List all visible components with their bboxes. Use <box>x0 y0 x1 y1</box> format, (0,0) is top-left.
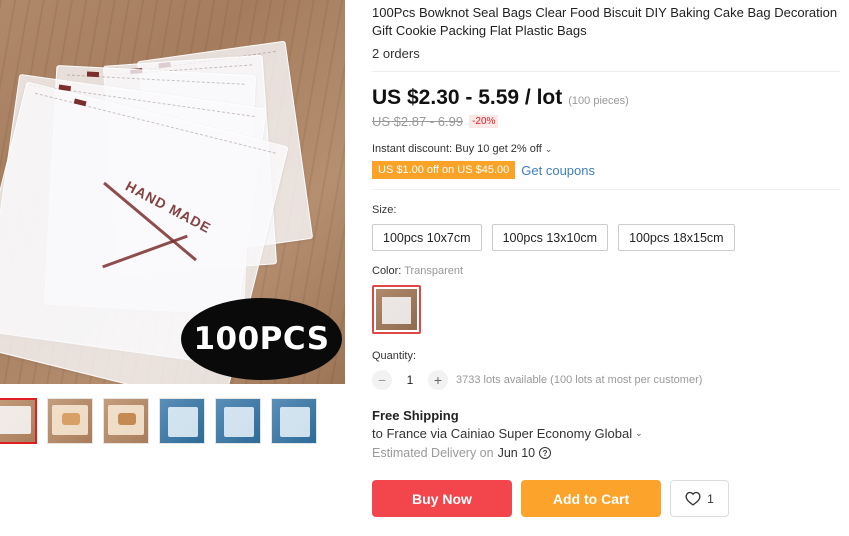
buy-now-button[interactable]: Buy Now <box>372 480 512 517</box>
wishlist-count: 1 <box>707 491 714 506</box>
quantity-value[interactable]: 1 <box>400 373 420 387</box>
thumbnail-2[interactable] <box>47 398 93 444</box>
estimated-delivery: Estimated Delivery on Jun 10 ? <box>372 446 840 460</box>
size-option-10x7[interactable]: 100pcs 10x7cm <box>372 224 482 251</box>
size-option-18x15[interactable]: 100pcs 18x15cm <box>618 224 735 251</box>
main-product-image[interactable]: HAND MADE 100PCS <box>0 0 345 384</box>
original-price-row: US $2.87 - 6.99 -20% <box>372 114 840 129</box>
size-label: Size: <box>372 204 397 216</box>
thumbnail-6[interactable] <box>271 398 317 444</box>
heart-icon <box>685 491 701 506</box>
thumbnail-strip <box>0 398 317 444</box>
thumbnail-1[interactable] <box>0 398 37 444</box>
chevron-down-icon: ⌄ <box>544 143 553 154</box>
current-price: US $2.30 - 5.59 / lot <box>372 86 563 109</box>
delivery-label: Estimated Delivery on <box>372 446 494 460</box>
add-to-cart-button[interactable]: Add to Cart <box>521 480 661 517</box>
delivery-date: Jun 10 <box>497 446 536 460</box>
original-price: US $2.87 - 6.99 <box>372 114 464 129</box>
get-coupons-link[interactable]: Get coupons <box>521 163 595 178</box>
product-info-panel: 100Pcs Bowknot Seal Bags Clear Food Bisc… <box>372 0 840 517</box>
color-label-text: Color: <box>372 265 402 277</box>
quantity-decrement-button[interactable]: − <box>372 370 392 390</box>
chevron-down-icon: ⌄ <box>635 428 643 438</box>
stock-availability: 3733 lots available (100 lots at most pe… <box>456 374 703 386</box>
color-value: Transparent <box>404 265 464 277</box>
thumbnail-4[interactable] <box>159 398 205 444</box>
shipping-title: Free Shipping <box>372 408 459 423</box>
action-buttons: Buy Now Add to Cart 1 <box>372 480 840 517</box>
color-label: Color: Transparent <box>372 265 840 277</box>
order-count: 2 orders <box>372 46 420 61</box>
instant-discount-text: Instant discount: Buy 10 get 2% off <box>372 143 542 155</box>
quantity-label: Quantity: <box>372 350 417 362</box>
divider <box>372 71 840 72</box>
price-row: US $2.30 - 5.59 / lot (100 pieces) <box>372 86 840 110</box>
shipping-destination[interactable]: to France via Cainiao Super Economy Glob… <box>372 426 840 441</box>
size-options: 100pcs 10x7cm 100pcs 13x10cm 100pcs 18x1… <box>372 224 840 251</box>
help-icon[interactable]: ? <box>539 447 552 459</box>
quantity-increment-button[interactable]: + <box>428 370 448 390</box>
color-swatch-transparent[interactable] <box>372 285 421 334</box>
quantity-stepper: − 1 + 3733 lots available (100 lots at m… <box>372 370 840 390</box>
product-title: 100Pcs Bowknot Seal Bags Clear Food Bisc… <box>372 5 838 38</box>
coupon-row: US $1.00 off on US $45.00 Get coupons <box>372 161 840 179</box>
coupon-badge[interactable]: US $1.00 off on US $45.00 <box>372 161 516 179</box>
wishlist-button[interactable]: 1 <box>670 480 729 517</box>
shipping-method-text: to France via Cainiao Super Economy Glob… <box>372 426 633 441</box>
pieces-per-lot: (100 pieces) <box>568 95 629 107</box>
thumbnail-3[interactable] <box>103 398 149 444</box>
thumbnail-5[interactable] <box>215 398 261 444</box>
quantity-badge: 100PCS <box>181 298 342 380</box>
instant-discount[interactable]: Instant discount: Buy 10 get 2% off ⌄ <box>372 143 840 155</box>
divider <box>372 189 840 190</box>
size-option-13x10[interactable]: 100pcs 13x10cm <box>491 224 609 251</box>
discount-badge: -20% <box>469 115 499 128</box>
